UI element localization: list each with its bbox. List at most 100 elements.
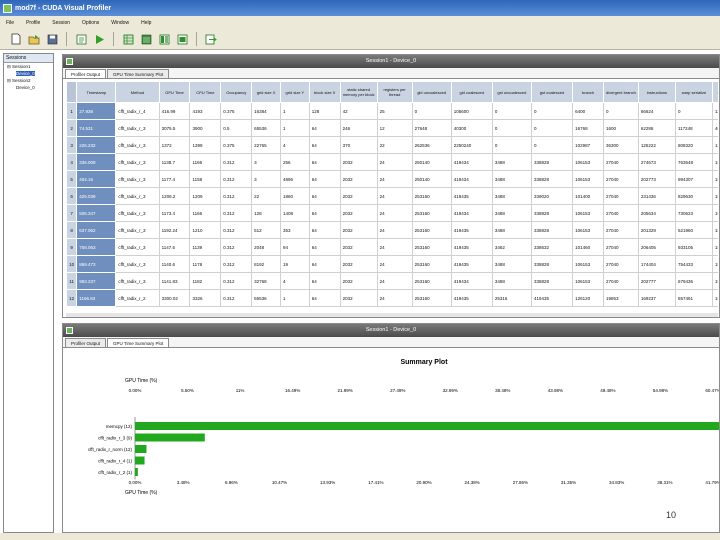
table-row[interactable]: 1 27.936 cfft_radix_r_4 416.99 4193 0.375 1638… xyxy=(66,102,718,120)
column-header[interactable]: gld coalesced xyxy=(450,81,493,103)
table-cell: 256 xyxy=(279,153,310,171)
open-icon[interactable] xyxy=(28,33,40,46)
column-header[interactable]: Occupancy xyxy=(220,81,253,103)
table-row[interactable]: 7 506.347 cfft_radix_r_3 1173.4 1166 0.312 128… xyxy=(66,204,718,222)
kernel-table-icon[interactable] xyxy=(158,33,170,46)
x-tick-label-top: 27.49% xyxy=(390,388,405,393)
column-header[interactable]: cta launched xyxy=(711,81,718,103)
category-label: cfft_radix_r_2 (1) xyxy=(98,470,132,475)
menu-file[interactable]: File xyxy=(6,20,14,26)
tree-item-session2[interactable]: ⊟ Session2 xyxy=(4,77,53,84)
tab-gpu-time-summary-plot[interactable]: GPU Time Summary Plot xyxy=(107,69,170,78)
table-cell: 338828 xyxy=(530,255,574,273)
column-header[interactable]: Timestamp xyxy=(76,81,117,103)
table-row[interactable]: 8 637.062 cfft_radix_r_3 1192.24 1210 0.312 51… xyxy=(66,221,718,239)
tab-profiler-output[interactable]: Profiler Output xyxy=(65,338,107,347)
tree-item-device0[interactable]: Device_0 xyxy=(4,70,53,77)
table-cell: 370 xyxy=(339,136,378,154)
table-cell: 6 xyxy=(66,187,78,205)
x-tick-label-bottom: 27.86% xyxy=(513,480,528,485)
toolbar-separator xyxy=(196,32,197,46)
summary-table-icon[interactable] xyxy=(140,33,152,46)
table-cell: 24 xyxy=(376,153,413,171)
menu-window[interactable]: Window xyxy=(111,20,129,26)
column-header[interactable]: static shared memory per block xyxy=(339,81,378,103)
new-icon[interactable] xyxy=(10,33,22,46)
table-cell: 1 xyxy=(279,289,310,307)
table-cell: 1147.5 xyxy=(158,238,191,256)
table-cell: 419435 xyxy=(450,238,493,256)
gpu-time-plot-icon[interactable] xyxy=(176,33,188,46)
column-header[interactable]: gst uncoalesced xyxy=(491,81,532,103)
table-cell: 0.312 xyxy=(220,221,253,239)
table-cell: cfft_radix_r_3 xyxy=(115,187,160,205)
column-header[interactable]: block size X xyxy=(308,81,341,103)
table-cell: cfft_radix_r_3 xyxy=(115,221,160,239)
table-row[interactable]: 3 226.232 cfft_radix_r_3 1372 1399 0.375 22765… xyxy=(66,136,718,154)
column-header[interactable]: grid size X xyxy=(251,81,281,103)
table-row[interactable]: 12 1166.83 cfft_radix_r_2 3300.02 3326 0.312 6… xyxy=(66,289,718,307)
table-cell: 246 xyxy=(339,119,378,137)
table-cell: cfft_radix_r_3 xyxy=(115,170,160,188)
table-cell: 65536 xyxy=(251,289,281,307)
column-header[interactable] xyxy=(66,81,78,103)
table-row[interactable]: 11 983.237 cfft_radix_r_3 1141.83 1182 0.312 3… xyxy=(66,272,718,290)
column-header[interactable]: gst coalesced xyxy=(530,81,574,103)
column-header[interactable]: divergent branch xyxy=(602,81,639,103)
table-cell: 338632 xyxy=(530,238,574,256)
x-tick-label-top: 21.99% xyxy=(338,388,353,393)
table-cell: 8 xyxy=(66,221,78,239)
table-row[interactable]: 10 869.473 cfft_radix_r_3 1140.6 1178 0.312 81… xyxy=(66,255,718,273)
menu-options[interactable]: Options xyxy=(82,20,99,26)
menu-profile[interactable]: Profile xyxy=(26,20,40,26)
table-row[interactable]: 5 404.16 cfft_radix_r_3 1177.4 1158 0.312 3 489… xyxy=(66,170,718,188)
table-row[interactable]: 2 74.531 cfft_radix_r_3 3075.5 3900 0.5 65536 1… xyxy=(66,119,718,137)
table-row[interactable]: 9 758.063 cfft_radix_r_3 1147.5 1139 0.312 204… xyxy=(66,238,718,256)
profiler-output-icon[interactable] xyxy=(122,33,134,46)
table-cell: 0 xyxy=(491,102,532,120)
column-header[interactable]: registers per thread xyxy=(376,81,413,103)
table-cell: 105600 xyxy=(450,102,493,120)
column-header[interactable]: branch xyxy=(572,81,604,103)
column-header[interactable]: grid size Y xyxy=(279,81,310,103)
table-cell: 1158 xyxy=(189,170,222,188)
table-cell: 1408 xyxy=(279,204,310,222)
start-icon[interactable] xyxy=(93,33,105,46)
sessions-pane: Sessions ⊟ Session1 Device_0 ⊟ Session2 … xyxy=(3,53,54,533)
table-cell: 106153 xyxy=(572,204,604,222)
table-cell: 174404 xyxy=(637,255,676,273)
column-header[interactable]: gld uncoalesced xyxy=(411,81,452,103)
export-icon[interactable] xyxy=(205,33,217,46)
table-cell: 1178 xyxy=(189,255,222,273)
menu-help[interactable]: Help xyxy=(141,20,151,26)
table-cell: cfft_radix_r_2 xyxy=(115,289,160,307)
tab-profiler-output[interactable]: Profiler Output xyxy=(65,69,107,78)
table-cell: 1177.4 xyxy=(158,170,191,188)
table-cell: 24 xyxy=(376,289,413,307)
session-settings-icon[interactable] xyxy=(75,33,87,46)
table-row[interactable]: 6 425.039 cfft_radix_r_3 1206.2 1209 0.312 22 1… xyxy=(66,187,718,205)
menu-session[interactable]: Session xyxy=(52,20,70,26)
save-icon[interactable] xyxy=(46,33,58,46)
table-cell: 338828 xyxy=(530,153,574,171)
column-header[interactable]: CPU Time xyxy=(189,81,222,103)
bar xyxy=(135,445,147,453)
tab-gpu-time-summary-plot[interactable]: GPU Time Summary Plot xyxy=(107,338,170,347)
table-cell: 1192.24 xyxy=(158,221,191,239)
table-cell: 2032 xyxy=(339,153,378,171)
table-cell: 0.375 xyxy=(220,102,253,120)
x-tick-label-bottom: 34.83% xyxy=(609,480,624,485)
tree-item-device0[interactable]: Device_0 xyxy=(4,84,53,91)
horizontal-scrollbar[interactable] xyxy=(66,313,718,317)
table-row[interactable]: 4 336.009 cfft_radix_r_3 1138.7 1166 0.312 3 25… xyxy=(66,153,718,171)
tree-item-session1[interactable]: ⊟ Session1 xyxy=(4,63,53,70)
table-cell: 202777 xyxy=(637,272,676,290)
table-cell: 262536 xyxy=(411,136,452,154)
column-header[interactable]: Method xyxy=(115,81,160,103)
table-cell: 3462 xyxy=(491,238,532,256)
table-cell: 419434 xyxy=(450,170,493,188)
table-cell: cfft_radix_r_3 xyxy=(115,153,160,171)
column-header[interactable]: warp serialize xyxy=(674,81,713,103)
column-header[interactable]: GPU Time xyxy=(158,81,191,103)
column-header[interactable]: instructions xyxy=(637,81,676,103)
